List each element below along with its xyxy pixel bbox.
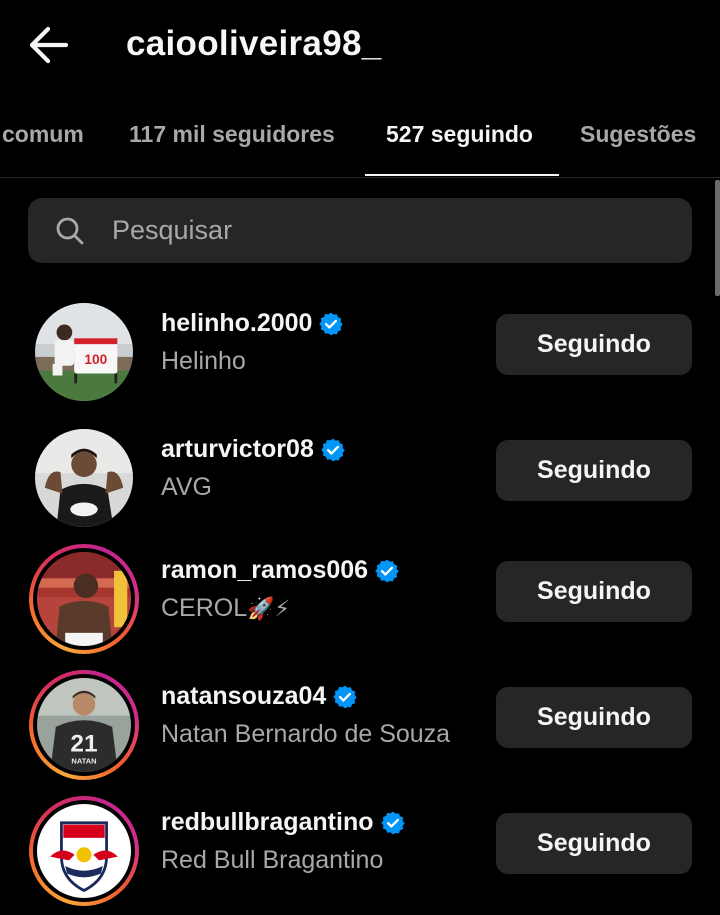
username[interactable]: arturvictor08 xyxy=(161,435,314,464)
account-row[interactable]: redbullbragantino Red Bull Bragantino Se… xyxy=(0,796,720,906)
username-line: helinho.2000 xyxy=(161,309,344,338)
following-screen: caiooliveira98_ comum 117 mil seguidores… xyxy=(0,0,720,915)
back-button[interactable] xyxy=(22,22,74,68)
username[interactable]: helinho.2000 xyxy=(161,309,312,338)
avatar xyxy=(35,429,133,527)
story-ring-avatar[interactable] xyxy=(29,796,139,906)
username-line: ramon_ramos006 xyxy=(161,556,400,585)
verified-badge-icon xyxy=(333,685,358,708)
verified-badge-icon xyxy=(319,312,344,335)
profile-photo xyxy=(35,429,133,527)
top-bar: caiooliveira98_ xyxy=(0,0,720,92)
following-button[interactable]: Seguindo xyxy=(496,687,692,748)
arrow-left-icon xyxy=(29,26,69,64)
verified-badge-icon xyxy=(380,811,405,834)
avatar-container[interactable] xyxy=(29,423,139,533)
profile-photo xyxy=(37,552,131,646)
relationship-tabs: comum 117 mil seguidores 527 seguindo Su… xyxy=(0,96,720,178)
svg-text:100: 100 xyxy=(84,352,107,367)
svg-text:21: 21 xyxy=(70,730,97,757)
story-ring-avatar[interactable] xyxy=(29,544,139,654)
full-name: AVG xyxy=(161,473,212,501)
profile-username-title: caiooliveira98_ xyxy=(126,24,382,63)
search-bar[interactable] xyxy=(28,198,692,263)
full-name-text: CEROL xyxy=(161,594,248,622)
tab-suggestions[interactable]: Sugestões xyxy=(580,121,696,148)
profile-photo: 21 NATAN xyxy=(37,678,131,772)
tab-followers[interactable]: 117 mil seguidores xyxy=(129,121,335,148)
username-line: natansouza04 xyxy=(161,682,358,711)
avatar xyxy=(37,552,131,646)
username-line: redbullbragantino xyxy=(161,808,406,837)
following-button[interactable]: Seguindo xyxy=(496,561,692,622)
verified-badge-icon xyxy=(321,438,345,461)
account-row[interactable]: ramon_ramos006 CEROL🚀⚡ Seguindo xyxy=(0,544,720,654)
account-row[interactable]: 100 helinho.2000 Helinho Seguindo xyxy=(0,297,720,407)
avatar xyxy=(37,804,131,898)
verified-badge-icon xyxy=(375,559,399,582)
story-ring-avatar[interactable]: 21 NATAN xyxy=(29,670,139,780)
search-icon xyxy=(56,217,84,245)
full-name: CEROL🚀⚡ xyxy=(161,594,290,623)
full-name: Natan Bernardo de Souza xyxy=(161,720,451,748)
avatar-container[interactable]: 100 xyxy=(29,297,139,407)
scrollbar[interactable] xyxy=(715,180,720,296)
account-row[interactable]: 21 NATAN natansouza04 Natan Bernardo de … xyxy=(0,670,720,780)
svg-text:NATAN: NATAN xyxy=(71,757,96,766)
full-name: Red Bull Bragantino xyxy=(161,846,384,874)
following-button[interactable]: Seguindo xyxy=(496,314,692,375)
tab-following[interactable]: 527 seguindo xyxy=(386,121,533,148)
rocket-lightning-emoji: 🚀⚡ xyxy=(247,597,290,622)
active-tab-indicator xyxy=(365,174,559,176)
avatar: 21 NATAN xyxy=(37,678,131,772)
full-name: Helinho xyxy=(161,347,246,375)
account-row[interactable]: arturvictor08 AVG Seguindo xyxy=(0,423,720,533)
username-line: arturvictor08 xyxy=(161,435,346,464)
profile-photo: 100 xyxy=(35,303,133,401)
following-button[interactable]: Seguindo xyxy=(496,440,692,501)
username[interactable]: ramon_ramos006 xyxy=(161,556,368,585)
avatar: 100 xyxy=(35,303,133,401)
following-button[interactable]: Seguindo xyxy=(496,813,692,874)
tab-mutual[interactable]: comum xyxy=(2,121,84,148)
red-bull-bragantino-logo xyxy=(37,804,131,898)
username[interactable]: redbullbragantino xyxy=(161,808,374,837)
username[interactable]: natansouza04 xyxy=(161,682,326,711)
search-input[interactable] xyxy=(112,198,672,263)
